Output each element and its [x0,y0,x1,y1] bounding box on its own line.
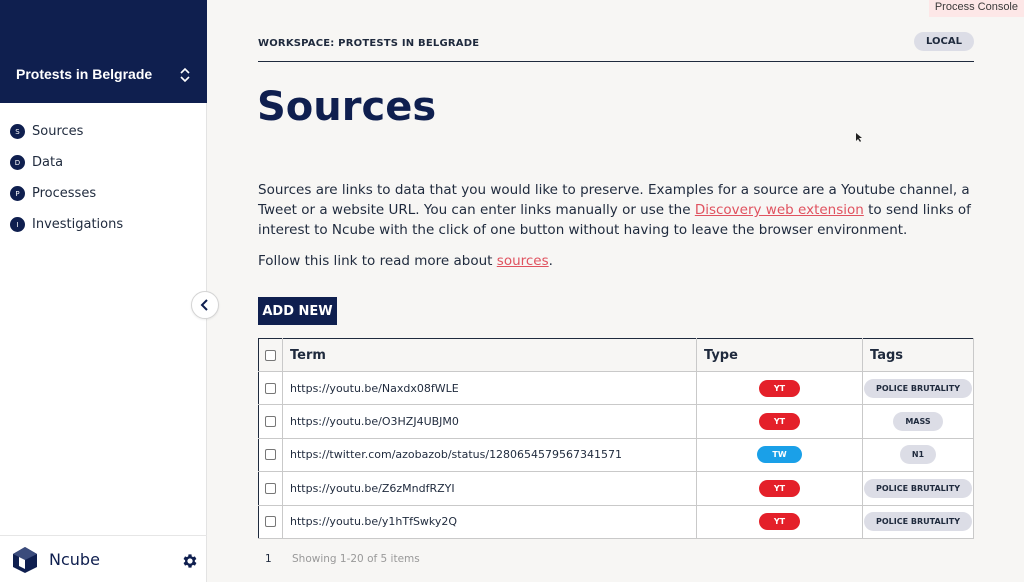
sidebar-nav: S Sources D Data P Processes I Investiga… [0,116,207,240]
tags-cell: N1 [862,438,974,473]
follow-text: Follow this link to read more about [258,253,497,269]
workspace-switcher[interactable]: Protests in Belgrade [0,0,207,103]
row-checkbox[interactable] [265,516,276,528]
type-cell: YT [696,404,863,439]
row-checkbox[interactable] [265,416,276,428]
tag-badge: N1 [899,445,937,465]
row-select-cell [258,505,283,539]
page-number[interactable]: 1 [265,553,272,565]
type-badge: YT [758,479,801,497]
collapse-sidebar-button[interactable] [191,291,219,319]
sidebar-item-label: Processes [32,186,97,201]
sidebar-item-investigations[interactable]: I Investigations [0,209,207,240]
discovery-extension-link[interactable]: Discovery web extension [695,202,864,218]
investigations-badge-icon: I [10,217,25,232]
tags-cell: POLICE BRUTALITY [862,505,974,539]
select-all-checkbox[interactable] [265,349,276,361]
gear-icon[interactable] [181,552,199,570]
sidebar-item-label: Sources [32,124,84,139]
workspace-header: WORKSPACE: PROTESTS IN BELGRADE LOCAL [258,30,974,62]
column-header-type[interactable]: Type [696,338,863,372]
type-badge: YT [758,379,801,397]
sidebar-item-label: Investigations [32,217,124,232]
showing-count: Showing 1-20 of 5 items [292,553,420,565]
pagination: 1 Showing 1-20 of 5 items [265,553,420,565]
sidebar-item-data[interactable]: D Data [0,147,207,178]
column-header-term[interactable]: Term [282,338,697,372]
row-checkbox[interactable] [265,482,276,494]
table-row[interactable]: https://youtu.be/Z6zMndfRZYI YT POLICE B… [258,471,974,506]
select-all-cell [258,338,283,372]
sidebar-item-processes[interactable]: P Processes [0,178,207,209]
row-select-cell [258,371,283,406]
tag-badge: MASS [893,412,943,432]
type-badge: YT [758,413,801,431]
type-cell: YT [696,505,863,539]
term-cell: https://youtu.be/O3HZJ4UBJM0 [282,404,697,439]
row-checkbox[interactable] [265,449,276,461]
type-cell: TW [696,438,863,473]
workspace-title: WORKSPACE: PROTESTS IN BELGRADE [258,38,480,49]
term-cell: https://youtu.be/Naxdx08fWLE [282,371,697,406]
read-more-text: Follow this link to read more about sour… [258,251,553,271]
term-cell: https://youtu.be/y1hTfSwky2Q [282,505,697,539]
table-row[interactable]: https://youtu.be/O3HZJ4UBJM0 YT MASS [258,404,974,439]
term-cell: https://youtu.be/Z6zMndfRZYI [282,471,697,506]
table-row[interactable]: https://youtu.be/y1hTfSwky2Q YT POLICE B… [258,505,974,539]
row-checkbox[interactable] [265,382,276,394]
chevron-left-icon [200,299,208,311]
add-new-button[interactable]: ADD NEW [258,297,337,325]
table-row[interactable]: https://twitter.com/azobazob/status/1280… [258,438,974,473]
row-select-cell [258,404,283,439]
tags-cell: MASS [862,404,974,439]
follow-end: . [548,253,553,269]
type-badge: YT [758,513,801,531]
process-console-tab[interactable]: Process Console [928,0,1024,17]
term-cell: https://twitter.com/azobazob/status/1280… [282,438,697,473]
sources-docs-link[interactable]: sources [497,253,549,269]
sources-badge-icon: S [10,124,25,139]
page-description: Sources are links to data that you would… [258,180,978,240]
table-header-row: Term Type Tags [258,338,974,372]
processes-badge-icon: P [10,186,25,201]
ncube-logo-icon [13,547,37,573]
type-badge: TW [757,446,802,464]
table-row[interactable]: https://youtu.be/Naxdx08fWLE YT POLICE B… [258,371,974,406]
type-cell: YT [696,371,863,406]
type-cell: YT [696,471,863,506]
sidebar-item-label: Data [32,155,64,170]
row-select-cell [258,438,283,473]
sidebar-item-sources[interactable]: S Sources [0,116,207,147]
mouse-cursor-icon [856,133,862,142]
sources-table: Term Type Tags https://youtu.be/Naxdx08f… [258,338,974,539]
tags-cell: POLICE BRUTALITY [862,371,974,406]
page-title: Sources [257,84,437,130]
brand-name: Ncube [49,550,100,569]
sidebar-footer: Ncube [0,535,207,582]
chevron-up-down-icon [180,67,190,83]
tags-cell: POLICE BRUTALITY [862,471,974,506]
workspace-name: Protests in Belgrade [16,66,153,82]
column-header-tags[interactable]: Tags [862,338,974,372]
row-select-cell [258,471,283,506]
sidebar: Protests in Belgrade S Sources D Data P … [0,0,207,582]
tag-badge: POLICE BRUTALITY [864,512,972,532]
local-badge: LOCAL [914,32,974,51]
tag-badge: POLICE BRUTALITY [864,478,972,498]
tag-badge: POLICE BRUTALITY [864,378,972,398]
data-badge-icon: D [10,155,25,170]
